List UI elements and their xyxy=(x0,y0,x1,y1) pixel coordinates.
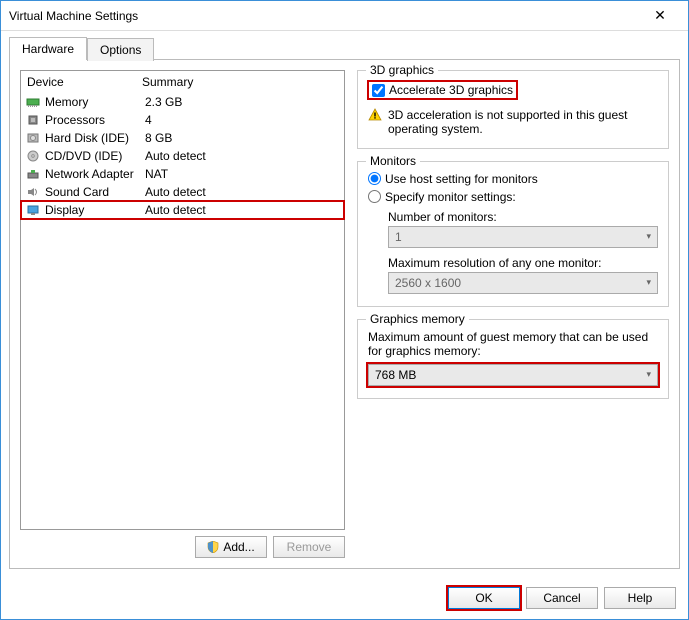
help-button[interactable]: Help xyxy=(604,587,676,609)
list-row-network-adapter[interactable]: Network AdapterNAT xyxy=(21,165,344,183)
list-row-sound-card[interactable]: Sound CardAuto detect xyxy=(21,183,344,201)
radio-specify-label: Specify monitor settings: xyxy=(385,190,516,204)
device-name: CD/DVD (IDE) xyxy=(45,148,145,164)
disk-icon xyxy=(25,131,41,145)
device-summary: 2.3 GB xyxy=(145,94,340,110)
cancel-label: Cancel xyxy=(543,591,580,605)
tab-options-label: Options xyxy=(100,43,141,57)
legend-monitors: Monitors xyxy=(366,154,420,168)
gmem-desc: Maximum amount of guest memory that can … xyxy=(368,330,658,358)
device-name: Display xyxy=(45,202,145,218)
ok-label: OK xyxy=(475,591,492,605)
monitor-sub: Number of monitors: 1 ▾ Maximum resoluti… xyxy=(388,210,658,294)
accelerate-3d-highlight: Accelerate 3D graphics xyxy=(368,81,517,99)
chevron-down-icon: ▾ xyxy=(646,231,651,242)
tab-hardware[interactable]: Hardware xyxy=(9,37,87,60)
group-monitors: Monitors Use host setting for monitors S… xyxy=(357,161,669,307)
max-res-select: 2560 x 1600 ▾ xyxy=(388,272,658,294)
list-row-display[interactable]: DisplayAuto detect xyxy=(21,201,344,219)
device-summary: NAT xyxy=(145,166,340,182)
left-column: Device Summary Memory2.3 GBProcessors4Ha… xyxy=(20,70,345,558)
group-graphics-memory: Graphics memory Maximum amount of guest … xyxy=(357,319,669,399)
accelerate-3d-checkbox[interactable]: Accelerate 3D graphics xyxy=(372,83,513,97)
legend-gmem: Graphics memory xyxy=(366,312,469,326)
accelerate-3d-input[interactable] xyxy=(372,84,385,97)
chevron-down-icon: ▾ xyxy=(646,277,651,288)
legend-3d: 3D graphics xyxy=(366,63,438,77)
list-row-memory[interactable]: Memory2.3 GB xyxy=(21,93,344,111)
content-area: Device Summary Memory2.3 GBProcessors4Ha… xyxy=(9,59,680,569)
add-button[interactable]: Add... xyxy=(195,536,267,558)
sound-icon xyxy=(25,185,41,199)
right-column: 3D graphics Accelerate 3D graphics 3D ac… xyxy=(357,70,669,558)
ok-button[interactable]: OK xyxy=(448,587,520,609)
cd-icon xyxy=(25,149,41,163)
device-summary: Auto detect xyxy=(145,148,340,164)
list-row-cd-dvd-ide-[interactable]: CD/DVD (IDE)Auto detect xyxy=(21,147,344,165)
tab-hardware-label: Hardware xyxy=(22,42,74,56)
device-name: Hard Disk (IDE) xyxy=(45,130,145,146)
max-res-value: 2560 x 1600 xyxy=(395,276,461,290)
remove-button-label: Remove xyxy=(287,540,332,554)
device-summary: Auto detect xyxy=(145,184,340,200)
list-header: Device Summary xyxy=(21,71,344,93)
radio-use-host-input[interactable] xyxy=(368,172,381,185)
memory-icon xyxy=(25,95,41,109)
warn-row: 3D acceleration is not supported in this… xyxy=(368,108,658,136)
titlebar: Virtual Machine Settings ✕ xyxy=(1,1,688,31)
warn-text: 3D acceleration is not supported in this… xyxy=(388,108,658,136)
chevron-down-icon: ▾ xyxy=(646,369,651,380)
cancel-button[interactable]: Cancel xyxy=(526,587,598,609)
device-name: Network Adapter xyxy=(45,166,145,182)
footer: OK Cancel Help xyxy=(1,577,688,619)
vm-settings-window: Virtual Machine Settings ✕ Hardware Opti… xyxy=(0,0,689,620)
remove-button: Remove xyxy=(273,536,345,558)
cpu-icon xyxy=(25,113,41,127)
window-body: Hardware Options Device Summary Memory2.… xyxy=(1,31,688,619)
window-title: Virtual Machine Settings xyxy=(9,9,640,23)
num-monitors-label: Number of monitors: xyxy=(388,210,658,224)
warning-icon xyxy=(368,108,382,122)
graphics-memory-value: 768 MB xyxy=(375,368,416,382)
device-name: Processors xyxy=(45,112,145,128)
device-list[interactable]: Device Summary Memory2.3 GBProcessors4Ha… xyxy=(20,70,345,530)
device-summary: Auto detect xyxy=(145,202,340,218)
col-summary[interactable]: Summary xyxy=(142,75,193,89)
display-icon xyxy=(25,203,41,217)
num-monitors-value: 1 xyxy=(395,230,402,244)
max-res-label: Maximum resolution of any one monitor: xyxy=(388,256,658,270)
device-buttons: Add... Remove xyxy=(20,536,345,558)
accelerate-3d-label: Accelerate 3D graphics xyxy=(389,83,513,97)
graphics-memory-select[interactable]: 768 MB ▾ xyxy=(368,364,658,386)
num-monitors-select: 1 ▾ xyxy=(388,226,658,248)
device-summary: 8 GB xyxy=(145,130,340,146)
help-label: Help xyxy=(628,591,653,605)
device-name: Sound Card xyxy=(45,184,145,200)
device-name: Memory xyxy=(45,94,145,110)
device-summary: 4 xyxy=(145,112,340,128)
group-3d-graphics: 3D graphics Accelerate 3D graphics 3D ac… xyxy=(357,70,669,149)
net-icon xyxy=(25,167,41,181)
radio-specify-input[interactable] xyxy=(368,190,381,203)
tab-options[interactable]: Options xyxy=(87,38,154,61)
col-device[interactable]: Device xyxy=(27,75,142,89)
radio-specify[interactable]: Specify monitor settings: xyxy=(368,190,658,204)
list-row-hard-disk-ide-[interactable]: Hard Disk (IDE)8 GB xyxy=(21,129,344,147)
close-icon[interactable]: ✕ xyxy=(640,7,680,24)
add-button-label: Add... xyxy=(223,540,254,554)
radio-use-host-label: Use host setting for monitors xyxy=(385,172,538,186)
shield-icon xyxy=(207,541,219,553)
list-row-processors[interactable]: Processors4 xyxy=(21,111,344,129)
tab-bar: Hardware Options xyxy=(1,31,688,60)
radio-use-host[interactable]: Use host setting for monitors xyxy=(368,172,658,186)
